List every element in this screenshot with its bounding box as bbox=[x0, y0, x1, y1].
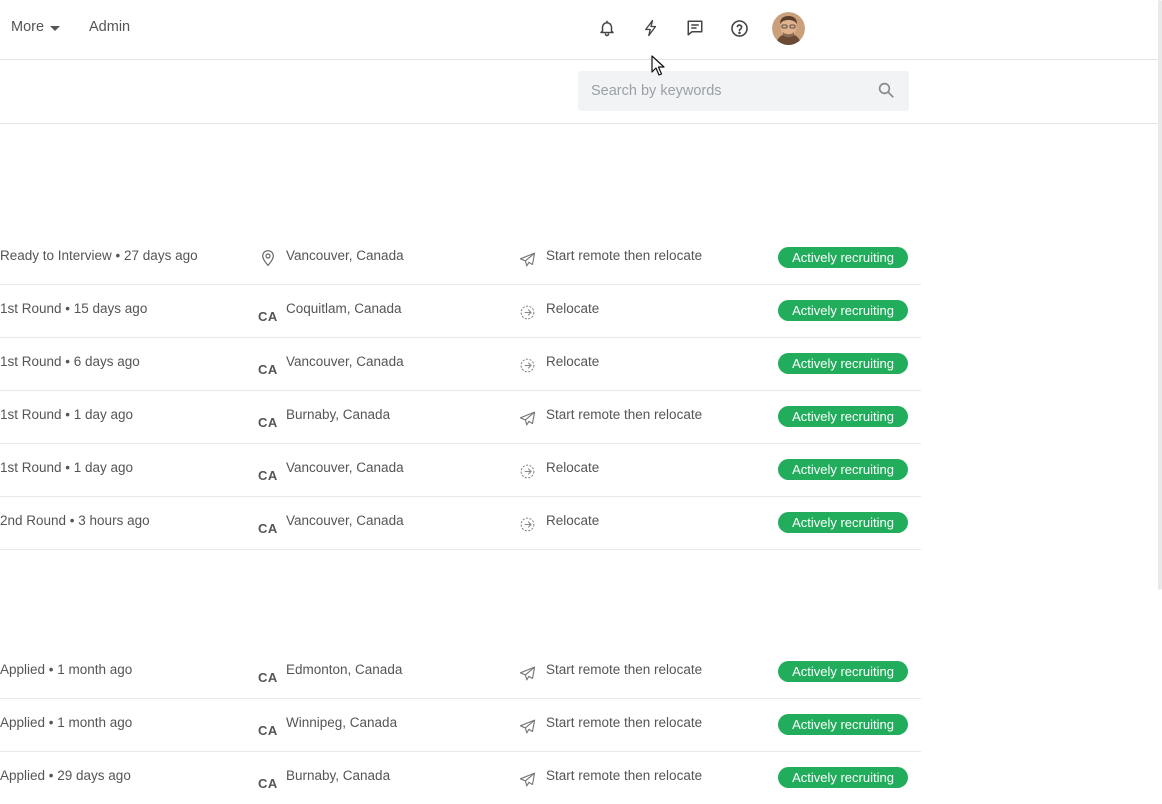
country-code-icon: CA bbox=[258, 775, 278, 791]
candidate-stage: 2nd Round • 3 hours ago bbox=[0, 513, 150, 528]
candidate-location: Burnaby, Canada bbox=[286, 407, 391, 422]
relocate-icon bbox=[517, 514, 537, 534]
relocate-icon bbox=[517, 355, 537, 375]
candidate-stage: 1st Round • 1 day ago bbox=[0, 407, 134, 422]
chat-icon[interactable] bbox=[684, 17, 706, 39]
paper-plane-icon bbox=[517, 769, 537, 789]
relocation-preference: Start remote then relocate bbox=[546, 248, 703, 263]
relocate-icon bbox=[517, 461, 537, 481]
relocation-preference: Relocate bbox=[546, 301, 600, 316]
candidate-stage: 1st Round • 6 days ago bbox=[0, 354, 140, 369]
relocate-icon bbox=[517, 302, 537, 322]
candidate-stage: 1st Round • 15 days ago bbox=[0, 301, 148, 316]
relocation-preference: Start remote then relocate bbox=[546, 662, 703, 677]
table-row[interactable]: Applied • 1 month ago CA Winnipeg, Canada S… bbox=[0, 699, 921, 752]
avatar[interactable] bbox=[772, 12, 805, 45]
search-bar-section bbox=[0, 60, 1160, 124]
candidate-stage: 1st Round • 1 day ago bbox=[0, 460, 134, 475]
candidate-stage: Ready to Interview • 27 days ago bbox=[0, 248, 198, 263]
candidate-location: Winnipeg, Canada bbox=[286, 715, 398, 730]
relocation-preference: Relocate bbox=[546, 460, 600, 475]
paper-plane-icon bbox=[517, 408, 537, 428]
candidate-location: Burnaby, Canada bbox=[286, 768, 391, 783]
table-row[interactable]: Applied • 1 month ago CA Edmonton, Canada S… bbox=[0, 646, 921, 699]
bell-icon[interactable] bbox=[596, 17, 618, 39]
scrollbar[interactable] bbox=[1158, 0, 1162, 590]
candidate-location: Edmonton, Canada bbox=[286, 662, 403, 677]
help-icon[interactable] bbox=[728, 17, 750, 39]
status-badge: Actively recruiting bbox=[778, 512, 908, 533]
status-badge: Actively recruiting bbox=[778, 247, 908, 268]
caret-down-icon bbox=[50, 25, 61, 31]
relocation-preference: Start remote then relocate bbox=[546, 715, 703, 730]
candidate-location: Vancouver, Canada bbox=[286, 513, 404, 528]
top-navbar: More Admin bbox=[0, 0, 1160, 60]
relocation-preference: Relocate bbox=[546, 354, 600, 369]
status-badge: Actively recruiting bbox=[778, 767, 908, 788]
table-row[interactable]: 1st Round • 15 days ago CA Coquitlam, Cana… bbox=[0, 285, 921, 338]
lightning-icon[interactable] bbox=[640, 17, 662, 39]
admin-link[interactable]: Admin bbox=[89, 19, 130, 35]
table-row[interactable]: Applied • 29 days ago CA Burnaby, Canada St… bbox=[0, 752, 921, 804]
country-code-icon: CA bbox=[258, 308, 278, 324]
location-pin-icon bbox=[258, 248, 278, 268]
candidate-stage: Applied • 1 month ago bbox=[0, 715, 133, 730]
table-row[interactable]: 2nd Round • 3 hours ago CA Vancouver, Cana… bbox=[0, 497, 921, 550]
relocation-preference: Start remote then relocate bbox=[546, 407, 703, 422]
country-code-icon: CA bbox=[258, 361, 278, 377]
country-code-icon: CA bbox=[258, 669, 278, 685]
paper-plane-icon bbox=[517, 249, 537, 269]
relocation-preference: Relocate bbox=[546, 513, 600, 528]
search-icon[interactable] bbox=[877, 81, 895, 104]
table-row[interactable]: 1st Round • 6 days ago CA Vancouver, Canad… bbox=[0, 338, 921, 391]
search-box bbox=[578, 71, 909, 111]
admin-link-label: Admin bbox=[89, 19, 131, 35]
relocation-preference: Start remote then relocate bbox=[546, 768, 703, 783]
more-menu-button[interactable]: More bbox=[11, 19, 61, 35]
table-row[interactable]: 1st Round • 1 day ago CA Vancouver, Canada… bbox=[0, 444, 921, 497]
status-badge: Actively recruiting bbox=[778, 406, 908, 427]
mouse-cursor-icon bbox=[651, 55, 665, 81]
country-code-icon: CA bbox=[258, 467, 278, 483]
candidate-location: Vancouver, Canada bbox=[286, 248, 404, 263]
paper-plane-icon bbox=[517, 663, 537, 683]
status-badge: Actively recruiting bbox=[778, 300, 908, 321]
status-badge: Actively recruiting bbox=[778, 661, 908, 682]
candidate-location: Vancouver, Canada bbox=[286, 354, 404, 369]
candidate-location: Vancouver, Canada bbox=[286, 460, 404, 475]
status-badge: Actively recruiting bbox=[778, 714, 908, 735]
table-row[interactable]: 1st Round • 1 day ago CA Burnaby, Canada St… bbox=[0, 391, 921, 444]
table-row[interactable]: Ready to Interview • 27 days ago Vancouve… bbox=[0, 232, 921, 285]
status-badge: Actively recruiting bbox=[778, 459, 908, 480]
more-menu-label: More bbox=[11, 19, 45, 35]
country-code-icon: CA bbox=[258, 414, 278, 430]
candidate-stage: Applied • 1 month ago bbox=[0, 662, 133, 677]
candidate-location: Coquitlam, Canada bbox=[286, 301, 402, 316]
search-input[interactable] bbox=[578, 71, 868, 111]
status-badge: Actively recruiting bbox=[778, 353, 908, 374]
country-code-icon: CA bbox=[258, 722, 278, 738]
paper-plane-icon bbox=[517, 716, 537, 736]
country-code-icon: CA bbox=[258, 520, 278, 536]
candidate-stage: Applied • 29 days ago bbox=[0, 768, 131, 783]
